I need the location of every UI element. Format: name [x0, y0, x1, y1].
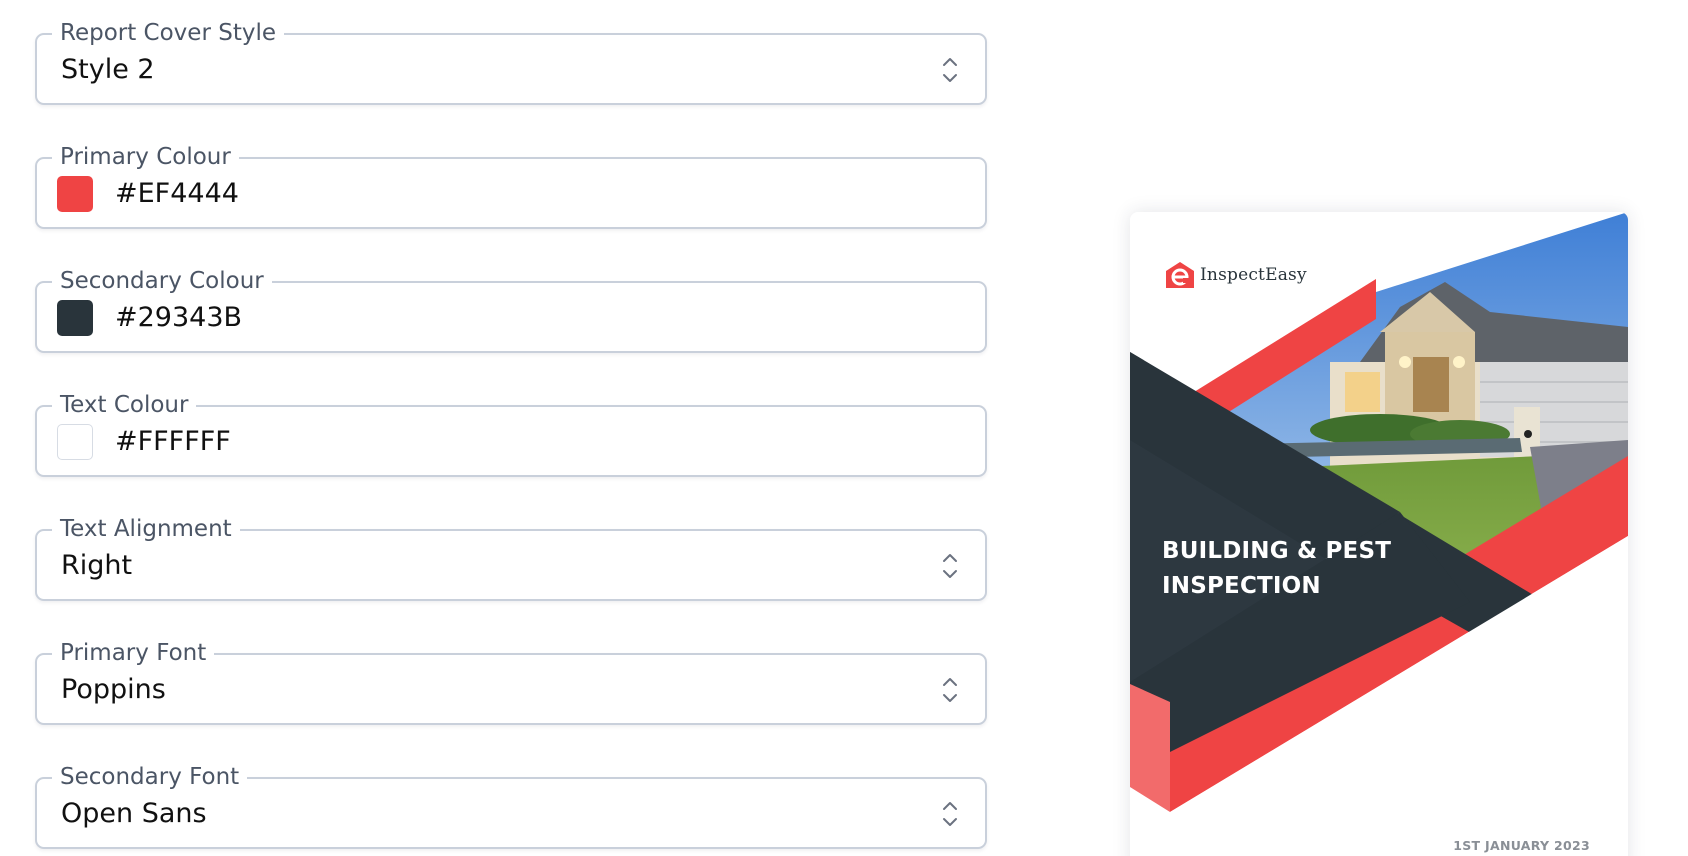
text-colour-field[interactable]: Text Colour #FFFFFF: [35, 390, 987, 477]
secondary-colour-field[interactable]: Secondary Colour #29343B: [35, 266, 987, 353]
secondary-font-select[interactable]: Secondary Font Open Sans: [35, 762, 987, 849]
text-colour-label: Text Colour: [52, 390, 197, 420]
secondary-colour-swatch[interactable]: [57, 300, 93, 336]
cover-title: BUILDING & PEST INSPECTION: [1162, 534, 1422, 604]
text-alignment-select[interactable]: Text Alignment Right: [35, 514, 987, 601]
chevron-up-down-icon: [943, 802, 957, 826]
report-cover-preview: InspectEasy BUILDING & PEST INSPECTION 1…: [1130, 212, 1628, 856]
report-cover-style-select[interactable]: Report Cover Style Style 2: [35, 18, 987, 105]
chevron-up-down-icon: [943, 554, 957, 578]
cover-title-line1: BUILDING & PEST: [1162, 538, 1392, 564]
text-colour-swatch[interactable]: [57, 424, 93, 460]
primary-light-wedge: [1130, 684, 1170, 812]
secondary-colour-label: Secondary Colour: [52, 266, 272, 296]
primary-font-label: Primary Font: [52, 638, 215, 668]
brand-name: InspectEasy: [1200, 265, 1307, 285]
primary-colour-label: Primary Colour: [52, 142, 239, 172]
cover-title-line2: INSPECTION: [1162, 573, 1321, 599]
text-alignment-value: Right: [61, 550, 133, 581]
text-colour-value[interactable]: #FFFFFF: [115, 425, 231, 459]
text-alignment-label: Text Alignment: [52, 514, 240, 544]
chevron-up-down-icon: [943, 58, 957, 82]
secondary-colour-value[interactable]: #29343B: [115, 301, 242, 335]
primary-colour-field[interactable]: Primary Colour #EF4444: [35, 142, 987, 229]
inspecteasy-logo: InspectEasy: [1165, 260, 1307, 290]
primary-font-select[interactable]: Primary Font Poppins: [35, 638, 987, 725]
primary-colour-value[interactable]: #EF4444: [115, 177, 239, 211]
report-cover-style-label: Report Cover Style: [52, 18, 284, 48]
chevron-up-down-icon: [943, 678, 957, 702]
secondary-font-value: Open Sans: [61, 798, 207, 829]
primary-colour-swatch[interactable]: [57, 176, 93, 212]
cover-date: 1ST JANUARY 2023: [1453, 838, 1590, 853]
secondary-font-label: Secondary Font: [52, 762, 248, 792]
primary-font-value: Poppins: [61, 674, 166, 705]
inspecteasy-logo-icon: [1166, 262, 1194, 288]
report-cover-style-value: Style 2: [61, 54, 155, 85]
